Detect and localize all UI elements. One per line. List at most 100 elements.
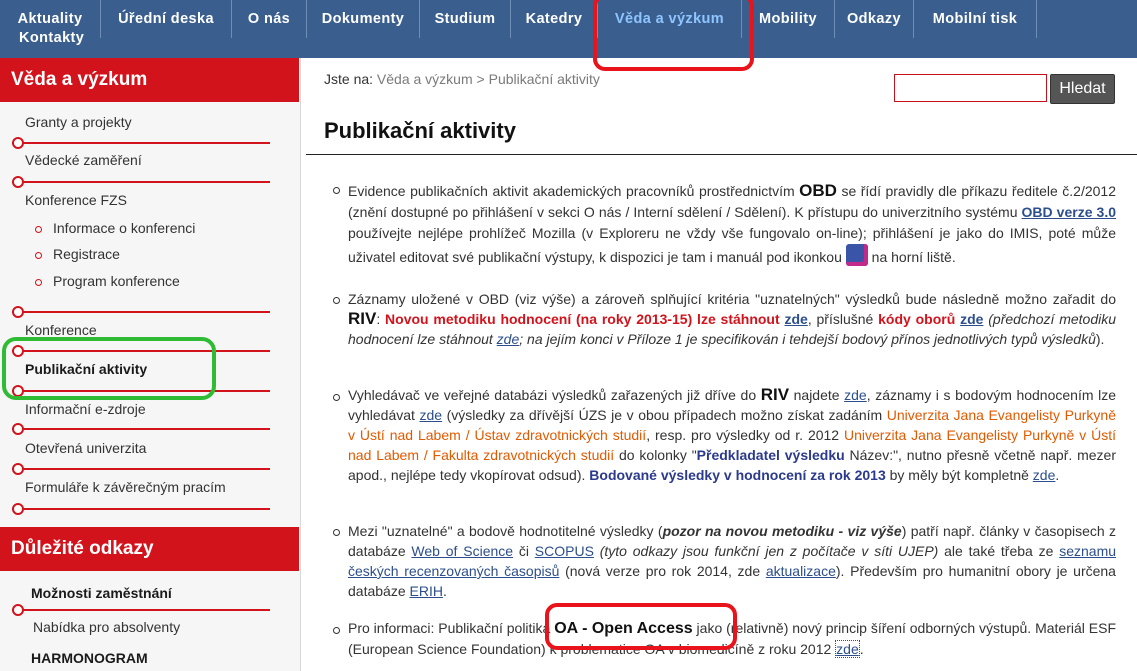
metodika-text: Novou metodiku hodnocení (na roky 2013-1… [385, 311, 780, 327]
search-button[interactable]: Hledat [1050, 74, 1115, 104]
warning-text: pozor na novou metodiku - viz výše [662, 523, 902, 539]
top-navigation: Aktuality Úřední deska O nás Dokumenty S… [0, 0, 1137, 58]
text: Vyhledávač ve veřejné databázi výsledků … [348, 387, 761, 403]
rvvi-search-link[interactable]: zde [844, 387, 867, 403]
sidebar-item-otevrena-univerzita[interactable]: Otevřená univerzita [25, 440, 146, 456]
text: Záznamy uložené v OBD (viz výše) a zárov… [348, 291, 1116, 307]
paragraph-vyhledavac: Vyhledávač ve veřejné databázi výsledků … [348, 385, 1116, 485]
text: . [1055, 467, 1060, 483]
text: používejte nejlépe prohlížeč Mozilla (v … [348, 225, 1116, 265]
sidebar-subitem-registrace[interactable]: Registrace [35, 246, 120, 262]
text: , resp. pro výsledky od r. 2012 [646, 427, 845, 443]
nav-mobilni-tisk[interactable]: Mobilní tisk [914, 0, 1037, 38]
breadcrumb-item-current: Publikační aktivity [488, 71, 600, 87]
highlight-nav-annotation [593, 0, 754, 71]
text: , příslušné [807, 311, 879, 327]
breadcrumb-item-veda[interactable]: Věda a výzkum [377, 71, 473, 87]
text: ale také třeba ze [938, 543, 1060, 559]
bullet-icon [333, 529, 340, 536]
sidebar-link-absolventi[interactable]: Nabídka pro absolventy [33, 619, 180, 635]
text: . [442, 583, 447, 599]
bodovane-vysledky: Bodované výsledky v hodnocení za rok 201… [589, 467, 886, 483]
erih-link[interactable]: ERIH [410, 583, 443, 599]
scored-search-link[interactable]: zde [420, 407, 443, 423]
nav-katedry[interactable]: Katedry [511, 0, 598, 38]
text: či [513, 543, 535, 559]
sidebar-divider [12, 176, 270, 188]
text: (nová verze pro rok 2014, zde [559, 563, 766, 579]
search-input[interactable] [894, 74, 1047, 102]
title-divider [306, 154, 1137, 155]
aktualizace-link[interactable]: aktualizace [766, 563, 836, 579]
riv-label: RIV [348, 309, 377, 328]
bullet-icon [333, 187, 340, 194]
web-of-science-link[interactable]: Web of Science [411, 543, 513, 559]
sidebar-divider [12, 306, 270, 318]
scopus-link[interactable]: SCOPUS [535, 543, 594, 559]
paragraph-uznatelne: Mezi "uznatelné" a bodově hodnotitelné v… [348, 521, 1116, 601]
nav-studium[interactable]: Studium [420, 0, 511, 38]
nav-mobility[interactable]: Mobility [742, 0, 835, 38]
bullet-icon [333, 394, 340, 401]
sidebar-link-zamestnani[interactable]: Možnosti zaměstnání [31, 585, 172, 601]
sidebar-subitem-label: Program konference [53, 273, 180, 289]
text: (tyto odkazy jsou funkční jen z počítače… [593, 543, 939, 559]
text: ). [1095, 331, 1105, 347]
sidebar-item-vedecke-zamereni[interactable]: Vědecké zaměření [25, 152, 142, 168]
sidebar-divider [12, 423, 270, 435]
obd-label: OBD [799, 181, 837, 200]
nav-o-nas[interactable]: O nás [232, 0, 307, 38]
text: : [376, 311, 386, 327]
text: na horní liště. [867, 249, 956, 265]
text: do kolonky " [614, 447, 697, 463]
text: . [859, 641, 864, 657]
sidebar-divider [12, 503, 270, 515]
bullet-icon [333, 627, 340, 634]
text: najdete [789, 387, 845, 403]
kody-oboru-link[interactable]: zde [960, 311, 983, 327]
riv-label: RIV [760, 385, 790, 404]
breadcrumb-separator: > [476, 71, 485, 87]
highlight-oa-annotation [545, 603, 737, 650]
old-metodika-link[interactable]: zde [497, 331, 520, 347]
obd-link[interactable]: OBD verze 3.0 [1022, 204, 1116, 220]
sidebar-link-harmonogram[interactable]: HARMONOGRAM [31, 650, 148, 666]
sidebar-item-konference-fzs[interactable]: Konference FZS [25, 192, 127, 208]
text: (výsledky za dřívější ÚZS je v obou příp… [442, 407, 887, 423]
metodika-link[interactable]: zde [784, 311, 807, 327]
sidebar-subitem-informace[interactable]: Informace o konferenci [35, 220, 196, 236]
breadcrumb-prefix: Jste na: [324, 71, 374, 87]
nav-kontakty[interactable]: Kontakty [19, 30, 84, 46]
paragraph-obd: Evidence publikačních aktivit akademický… [348, 180, 1116, 268]
nav-uredni-deska[interactable]: Úřední deska [101, 0, 232, 38]
paragraph-riv: Záznamy uložené v OBD (viz výše) a zárov… [348, 289, 1116, 349]
manual-book-icon[interactable] [845, 244, 868, 266]
sidebar-subitem-label: Informace o konferenci [53, 220, 196, 236]
sidebar-item-e-zdroje[interactable]: Informační e-zdroje [25, 401, 146, 417]
nav-odkazy[interactable]: Odkazy [835, 0, 914, 38]
text: Evidence publikačních aktivit akademický… [348, 183, 800, 199]
sidebar-subitem-program[interactable]: Program konference [35, 273, 180, 289]
esf-material-link[interactable]: zde [835, 640, 860, 658]
sidebar-divider [12, 137, 270, 149]
sidebar-divider [12, 463, 270, 475]
text: by měly být kompletně [885, 467, 1033, 483]
text: Pro informaci: Publikační politika [348, 620, 555, 636]
text: Mezi "uznatelné" a bodově hodnotitelné v… [348, 523, 663, 539]
sidebar-section-title: Věda a výzkum [0, 58, 299, 102]
sidebar-item-formulare[interactable]: Formuláře k závěrečným pracím [25, 479, 226, 495]
text: ; na jejím konci v Příloze 1 je specifik… [519, 331, 1096, 347]
predkladatel-field: Předkladatel výsledku [696, 447, 845, 463]
nav-dokumenty[interactable]: Dokumenty [307, 0, 420, 38]
highlight-sidebar-annotation [2, 337, 216, 400]
bodovane-link[interactable]: zde [1033, 467, 1056, 483]
sidebar-divider [12, 604, 270, 616]
breadcrumb: Jste na: Věda a výzkum > Publikační akti… [324, 71, 600, 87]
kody-oboru-text: kódy oborů [878, 311, 956, 327]
sidebar-item-konference[interactable]: Konference [25, 322, 97, 338]
sidebar-item-granty[interactable]: Granty a projekty [25, 114, 132, 130]
sidebar-subitem-label: Registrace [53, 246, 120, 262]
bullet-icon [333, 297, 340, 304]
page-title: Publikační aktivity [324, 118, 516, 143]
sidebar-links-title: Důležité odkazy [0, 527, 299, 571]
